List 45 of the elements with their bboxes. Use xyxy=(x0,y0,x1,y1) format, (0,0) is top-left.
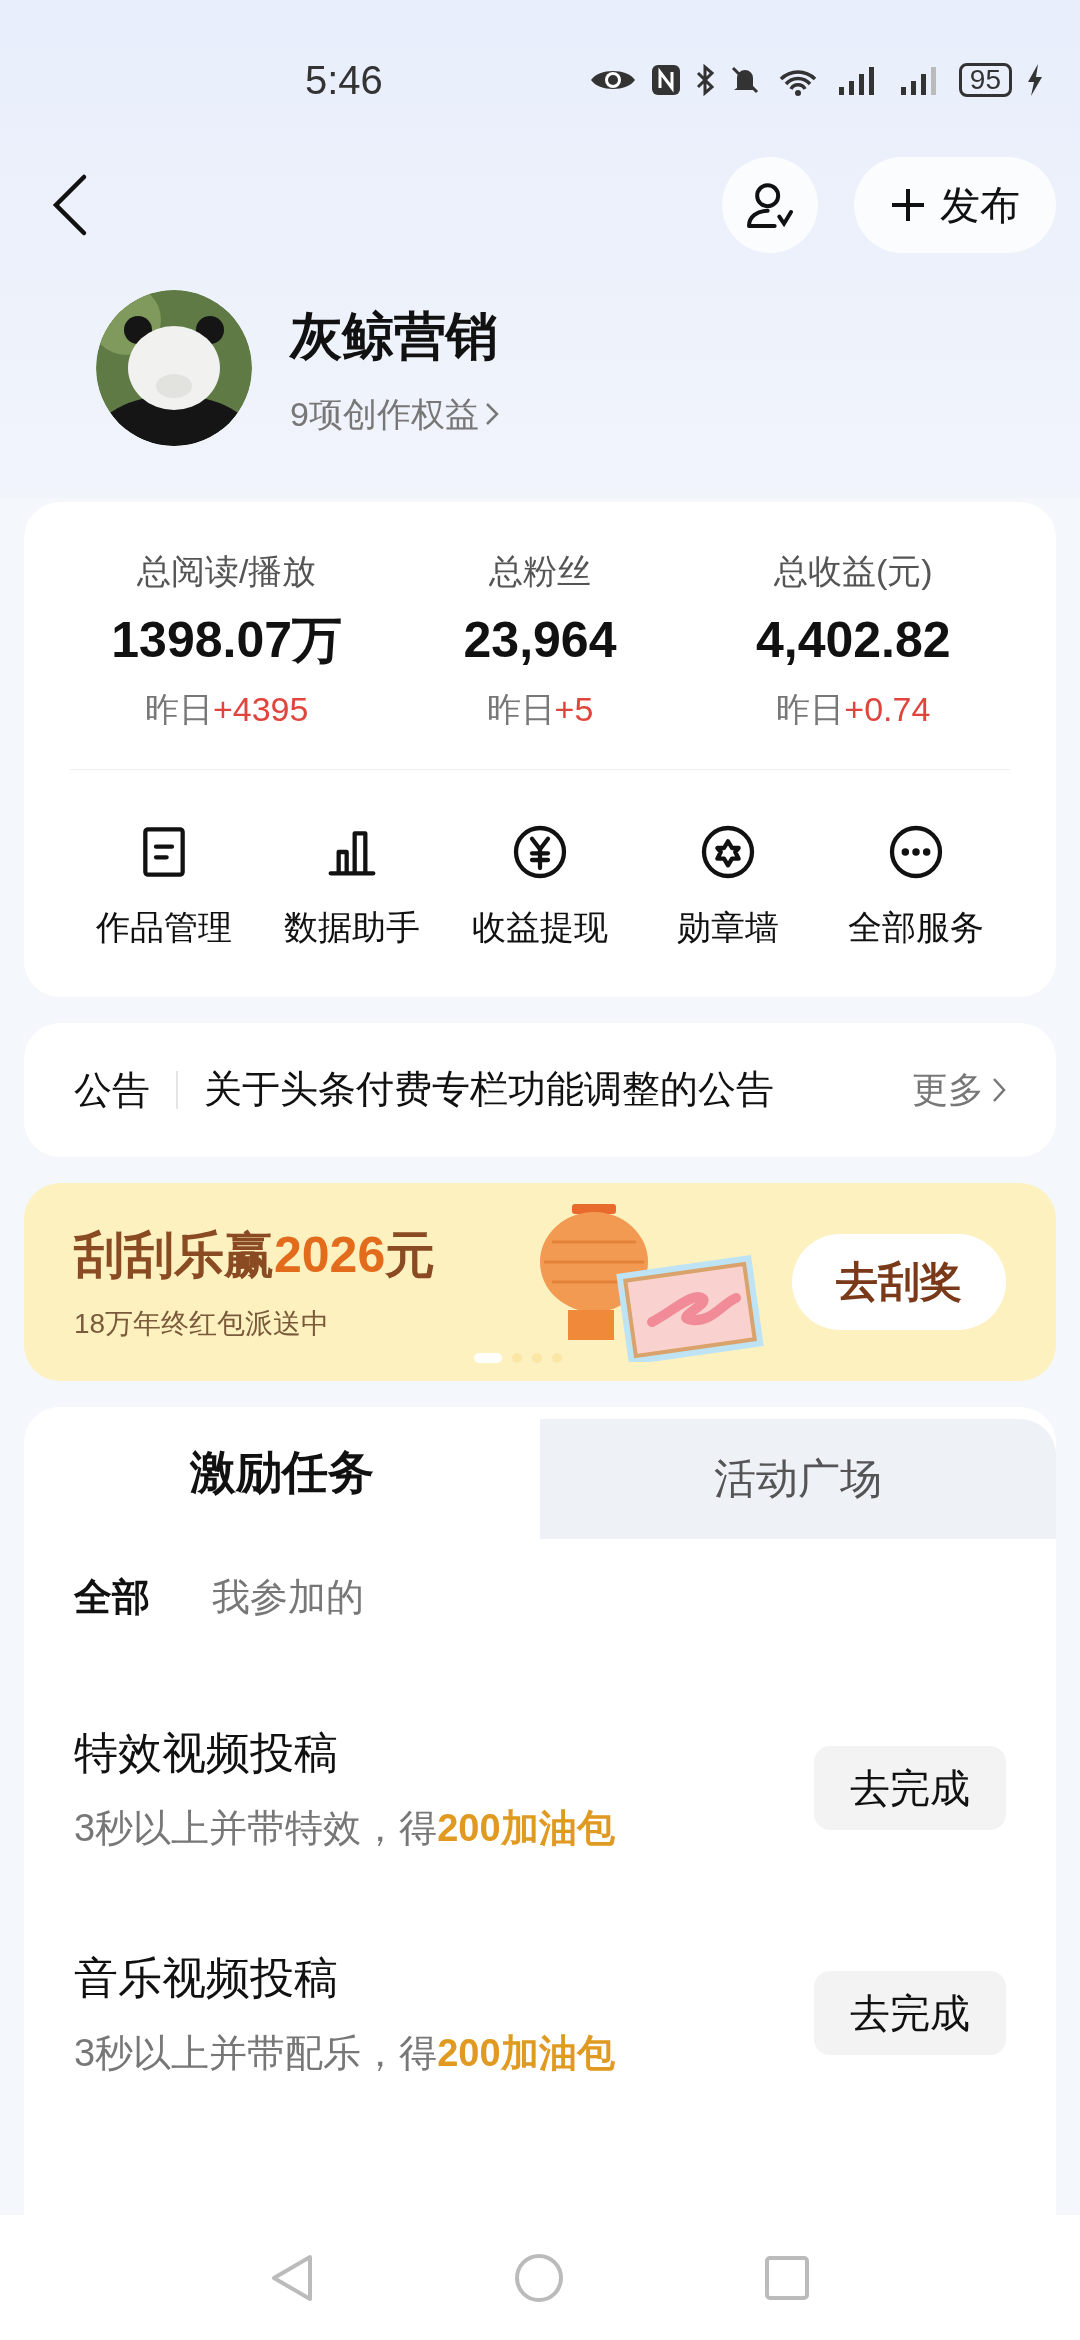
complete-button[interactable]: 去完成 xyxy=(814,1971,1006,2055)
stat-value: 1398.07万 xyxy=(111,611,343,670)
plus-icon xyxy=(890,187,926,223)
bluetooth-icon xyxy=(694,64,715,96)
publish-button[interactable]: 发布 xyxy=(854,157,1056,253)
clock: 5:46 xyxy=(305,57,383,104)
stat-delta: 昨日+5 xyxy=(486,688,594,730)
promo-banner[interactable]: 刮刮乐赢2026元 18万年终红包派送中 去刮奖 xyxy=(24,1182,1056,1381)
stat-label: 总粉丝 xyxy=(489,551,591,592)
service-item[interactable]: 数据助手 xyxy=(258,819,446,953)
more-link[interactable]: 更多 xyxy=(912,1062,1006,1117)
home-nav-icon[interactable] xyxy=(514,2252,564,2303)
stat-label: 总阅读/播放 xyxy=(136,551,317,592)
service-item[interactable]: 收益提现 xyxy=(446,819,634,953)
task-description: 3秒以上并带配乐，得200加油包 xyxy=(74,2030,615,2076)
scratch-button[interactable]: 去刮奖 xyxy=(792,1233,1006,1330)
announcement-text: 关于头条付费专栏功能调整的公告 xyxy=(203,1067,775,1112)
service-item[interactable]: 全部服务 xyxy=(822,819,1010,953)
task-title: 特效视频投稿 xyxy=(74,1726,339,1779)
nfc-icon xyxy=(650,64,681,96)
stat-delta: 昨日+0.74 xyxy=(776,688,931,730)
stat-value: 23,964 xyxy=(463,611,617,670)
filter-tab[interactable]: 我参加的 xyxy=(212,1568,364,1626)
benefits-link[interactable]: 9项创作权益 xyxy=(290,388,499,440)
back-nav-icon[interactable] xyxy=(270,2252,314,2303)
announcement-tag: 公告 xyxy=(74,1070,178,1109)
announcement-bar[interactable]: 公告 关于头条付费专栏功能调整的公告 更多 xyxy=(24,1022,1056,1157)
stat-value: 4,402.82 xyxy=(756,611,951,670)
filter-tab[interactable]: 全部 xyxy=(74,1568,150,1626)
battery-indicator: 95 xyxy=(958,63,1012,97)
banner-title: 刮刮乐赢2026元 xyxy=(74,1226,437,1285)
recents-nav-icon[interactable] xyxy=(764,2254,810,2301)
chevron-right-icon xyxy=(992,1076,1006,1103)
task-description: 3秒以上并带特效，得200加油包 xyxy=(74,1805,615,1851)
chevron-right-icon xyxy=(484,402,499,426)
charging-icon xyxy=(1026,63,1044,97)
tab[interactable]: 活动广场 xyxy=(540,1418,1056,1539)
user-name: 灰鲸营销 xyxy=(290,305,499,367)
task-title: 音乐视频投稿 xyxy=(74,1951,339,2004)
service-item[interactable]: 勋章墙 xyxy=(634,819,822,953)
service-item[interactable]: 作品管理 xyxy=(70,819,258,953)
banner-subtitle: 18万年终红包派送中 xyxy=(74,1307,331,1341)
stat-delta: 昨日+4395 xyxy=(144,688,309,730)
complete-button[interactable]: 去完成 xyxy=(814,1746,1006,1830)
stat-label: 总收益(元) xyxy=(774,551,933,592)
